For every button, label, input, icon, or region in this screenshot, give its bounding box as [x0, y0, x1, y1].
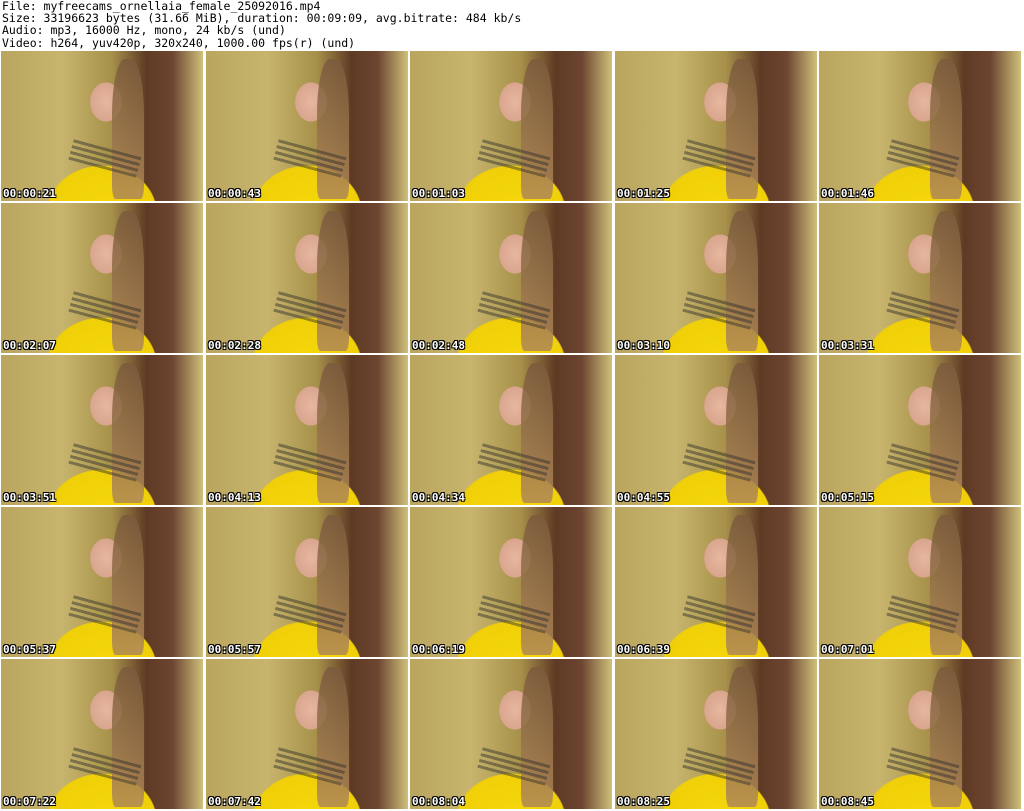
frame-image-detail: [726, 363, 758, 503]
thumbnail-frame: 00:07:42: [206, 659, 408, 809]
timestamp-label: 00:01:46: [821, 187, 874, 200]
thumbnail-frame: 00:05:37: [1, 507, 203, 657]
frame-image-detail: [112, 515, 144, 655]
timestamp-label: 00:08:25: [617, 795, 670, 808]
video-line: Video: h264, yuv420p, 320x240, 1000.00 f…: [2, 35, 356, 50]
timestamp-label: 00:08:45: [821, 795, 874, 808]
timestamp-label: 00:04:55: [617, 491, 670, 504]
thumbnail-frame: 00:00:21: [1, 51, 203, 201]
timestamp-label: 00:05:37: [3, 643, 56, 656]
frame-image-detail: [930, 515, 962, 655]
frame-image-detail: [112, 211, 144, 351]
frame-image-detail: [930, 363, 962, 503]
frame-image-detail: [112, 59, 144, 199]
frame-image-detail: [930, 59, 962, 199]
frame-image-detail: [726, 515, 758, 655]
frame-image-detail: [521, 515, 553, 655]
frame-image-detail: [521, 667, 553, 807]
frame-image-detail: [726, 211, 758, 351]
thumbnail-frame: 00:02:07: [1, 203, 203, 353]
timestamp-label: 00:05:15: [821, 491, 874, 504]
thumbnail-frame: 00:04:55: [615, 355, 817, 505]
frame-image-detail: [726, 59, 758, 199]
frame-image-detail: [521, 211, 553, 351]
thumbnail-frame: 00:06:19: [410, 507, 612, 657]
thumbnail-frame: 00:02:48: [410, 203, 612, 353]
thumbnail-grid: 00:00:21 00:00:43 00:01:03 00:01:25 00:01:46…: [0, 51, 1024, 811]
timestamp-label: 00:00:21: [3, 187, 56, 200]
frame-image-detail: [930, 667, 962, 807]
thumbnail-frame: 00:03:31: [819, 203, 1021, 353]
thumbnail-frame: 00:07:01: [819, 507, 1021, 657]
frame-image-detail: [317, 363, 349, 503]
thumbnail-frame: 00:01:25: [615, 51, 817, 201]
timestamp-label: 00:04:34: [412, 491, 465, 504]
frame-image-detail: [521, 363, 553, 503]
frame-image-detail: [521, 59, 553, 199]
thumbnail-frame: 00:03:10: [615, 203, 817, 353]
thumbnail-frame: 00:04:34: [410, 355, 612, 505]
frame-image-detail: [726, 667, 758, 807]
timestamp-label: 00:05:57: [208, 643, 261, 656]
thumbnail-frame: 00:07:22: [1, 659, 203, 809]
frame-image-detail: [317, 515, 349, 655]
timestamp-label: 00:03:10: [617, 339, 670, 352]
frame-image-detail: [112, 667, 144, 807]
frame-image-detail: [930, 211, 962, 351]
frame-image-detail: [317, 211, 349, 351]
timestamp-label: 00:01:03: [412, 187, 465, 200]
timestamp-label: 00:07:22: [3, 795, 56, 808]
timestamp-label: 00:02:48: [412, 339, 465, 352]
file-info-header: File: myfreecams_ornellaia_female_250920…: [2, 0, 1022, 50]
thumbnail-frame: 00:06:39: [615, 507, 817, 657]
timestamp-label: 00:02:28: [208, 339, 261, 352]
timestamp-label: 00:06:19: [412, 643, 465, 656]
frame-image-detail: [317, 59, 349, 199]
timestamp-label: 00:01:25: [617, 187, 670, 200]
timestamp-label: 00:06:39: [617, 643, 670, 656]
thumbnail-frame: 00:01:03: [410, 51, 612, 201]
thumbnail-frame: 00:08:04: [410, 659, 612, 809]
thumbnail-frame: 00:02:28: [206, 203, 408, 353]
thumbnail-frame: 00:05:57: [206, 507, 408, 657]
thumbnail-frame: 00:08:45: [819, 659, 1021, 809]
thumbnail-frame: 00:05:15: [819, 355, 1021, 505]
timestamp-label: 00:00:43: [208, 187, 261, 200]
thumbnail-frame: 00:01:46: [819, 51, 1021, 201]
frame-image-detail: [317, 667, 349, 807]
timestamp-label: 00:02:07: [3, 339, 56, 352]
timestamp-label: 00:04:13: [208, 491, 261, 504]
timestamp-label: 00:03:51: [3, 491, 56, 504]
timestamp-label: 00:03:31: [821, 339, 874, 352]
timestamp-label: 00:07:42: [208, 795, 261, 808]
timestamp-label: 00:08:04: [412, 795, 465, 808]
thumbnail-frame: 00:03:51: [1, 355, 203, 505]
thumbnail-frame: 00:00:43: [206, 51, 408, 201]
thumbnail-frame: 00:04:13: [206, 355, 408, 505]
frame-image-detail: [112, 363, 144, 503]
audio-line: Audio: mp3, 16000 Hz, mono, 24 kb/s (und…: [2, 23, 286, 38]
thumbnail-frame: 00:08:25: [615, 659, 817, 809]
timestamp-label: 00:07:01: [821, 643, 874, 656]
